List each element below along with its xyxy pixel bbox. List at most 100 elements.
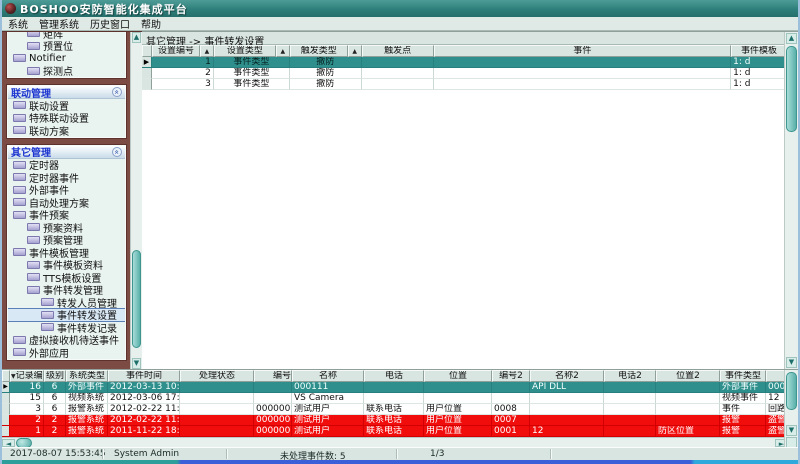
scroll-left-icon[interactable]: ◄ <box>2 439 15 447</box>
row-selector[interactable] <box>2 393 10 404</box>
row-selector[interactable]: ▶ <box>142 57 152 68</box>
col-header-system-type[interactable]: 系统类型 <box>66 370 108 382</box>
status-divider <box>396 449 398 459</box>
col-header-name2[interactable]: 名称2 <box>530 370 604 382</box>
col-header-level[interactable]: 级别 <box>44 370 66 382</box>
cell-phone2 <box>604 415 656 426</box>
table-row[interactable]: 3 事件类型 撤防 1: d <box>142 79 787 90</box>
forwarding-settings-grid: 设置编号 ▲ 设置类型 ▲ 触发类型 ▲ 触发点 事件 事件模板 ▶ 1 <box>142 45 788 369</box>
table-row[interactable]: 2 事件类型 撤防 1: d <box>142 68 787 79</box>
cell-system-type: 外部事件 <box>66 382 108 393</box>
table-row[interactable]: ▶ 1 事件类型 撤防 1: d <box>142 57 787 68</box>
cell-handle-status <box>180 404 254 415</box>
col-header-phone2[interactable]: 电话2 <box>604 370 656 382</box>
cell-number <box>254 393 292 404</box>
sidebar-item[interactable]: 探测点 <box>8 65 125 78</box>
col-header-phone[interactable]: 电话 <box>364 370 424 382</box>
col-header-trigger-type[interactable]: 触发类型 <box>290 45 348 57</box>
row-selector[interactable] <box>2 415 10 426</box>
col-header-event[interactable]: 事件 <box>434 45 732 57</box>
sidebar-group-devices: 矩阵 预置位 Notifier <box>7 32 126 78</box>
sort-asc-icon[interactable]: ▲ <box>200 45 214 57</box>
collapse-chevron-icon[interactable]: » <box>112 87 122 97</box>
col-header-name[interactable]: 名称 <box>292 370 364 382</box>
panel-button-icon <box>13 211 26 219</box>
col-header-number2[interactable]: 编号2 <box>492 370 530 382</box>
menu-item[interactable]: 系统 <box>8 16 28 31</box>
panel-button-icon <box>13 54 26 62</box>
menu-item[interactable]: 历史窗口 <box>90 16 130 31</box>
events-vertical-scrollbar[interactable]: ▼ <box>784 370 798 448</box>
sort-asc-icon[interactable]: ▲ <box>348 45 362 57</box>
event-row[interactable]: 1 2 报警系统 2011-11-22 18:00:27 00000003 测试… <box>2 426 788 437</box>
sidebar-item-label: 联动方案 <box>29 123 69 138</box>
col-header-event-time[interactable]: 事件时间 <box>108 370 180 382</box>
cell-record-id: 3 <box>10 404 44 415</box>
col-header-setting-id[interactable]: 设置编号 <box>152 45 200 57</box>
cell-location: 用户位置 <box>424 404 492 415</box>
cell-event-type: 外部事件 <box>720 382 766 393</box>
main-vertical-scrollbar[interactable]: ▲ ▼ <box>784 32 798 369</box>
scroll-down-icon[interactable]: ▼ <box>132 358 141 369</box>
row-selector[interactable] <box>2 426 10 437</box>
col-header-event-type[interactable]: 事件类型 <box>720 370 766 382</box>
sidebar-item[interactable]: 预置位 <box>8 40 125 53</box>
scroll-up-icon[interactable]: ▲ <box>132 32 141 43</box>
cell-number2 <box>492 382 530 393</box>
col-header-handle-status[interactable]: 处理状态 <box>180 370 254 382</box>
app-logo-icon <box>5 3 16 14</box>
sidebar-group-header[interactable]: 其它管理 » <box>8 146 125 159</box>
cell-system-type: 报警系统 <box>66 426 108 437</box>
col-header-setting-type[interactable]: 设置类型 <box>214 45 276 57</box>
scrollbar-thumb[interactable] <box>786 46 797 132</box>
col-header-record-id[interactable]: ▼记录编号 <box>10 370 44 382</box>
col-header-number[interactable]: 编号 <box>254 370 292 382</box>
cell-name: 测试用户 <box>292 415 364 426</box>
cell-trigger-point <box>362 57 434 68</box>
col-header-event-template[interactable]: 事件模板 <box>731 45 787 57</box>
cell-event-time: 2012-03-06 17:26:34 <box>108 393 180 404</box>
scrollbar-thumb[interactable] <box>786 372 797 410</box>
cell-location: 用户位置 <box>424 415 492 426</box>
cell-location2 <box>656 393 720 404</box>
row-selector[interactable]: ▶ <box>2 382 10 393</box>
cell-location <box>424 382 492 393</box>
panel-button-icon <box>13 198 26 206</box>
col-header-trigger-point[interactable]: 触发点 <box>362 45 434 57</box>
cell-trigger-type: 撤防 <box>290 68 362 79</box>
event-records-grid: ▼记录编号 级别 系统类型 事件时间 处理状态 编号 名称 电话 位置 编号2 … <box>2 370 788 448</box>
cell-location2 <box>656 415 720 426</box>
row-selector[interactable] <box>142 68 152 79</box>
panel-button-icon <box>13 248 26 256</box>
menu-item[interactable]: 帮助 <box>141 16 161 31</box>
menu-item[interactable]: 管理系统 <box>39 16 79 31</box>
sidebar-item[interactable]: 联动方案 <box>8 124 125 137</box>
sidebar-group-linkage: 联动管理 » 联动设置 特殊联动设置 <box>7 85 126 138</box>
panel-button-icon <box>27 42 40 50</box>
row-selector[interactable] <box>142 79 152 90</box>
event-row[interactable]: 2 2 报警系统 2012-02-22 11:26:02 00000002 测试… <box>2 415 788 426</box>
cell-system-type: 视频系统 <box>66 393 108 404</box>
scroll-down-icon[interactable]: ▼ <box>786 357 797 368</box>
panel-button-icon <box>41 323 54 331</box>
col-header-location2[interactable]: 位置2 <box>656 370 720 382</box>
scrollbar-thumb[interactable] <box>132 250 141 348</box>
sidebar-item[interactable]: 外部应用 <box>8 346 125 359</box>
scroll-down-icon[interactable]: ▼ <box>786 425 797 436</box>
sidebar-item-label: 外部应用 <box>29 345 69 360</box>
bottom-progress-strip <box>2 460 798 464</box>
panel-button-icon <box>13 186 26 194</box>
event-row[interactable]: 15 6 视频系统 2012-03-06 17:26:34 VS Camera <box>2 393 788 404</box>
sort-asc-icon[interactable]: ▲ <box>276 45 290 57</box>
sidebar-scrollbar[interactable]: ▲ ▼ <box>130 32 142 369</box>
panel-button-icon <box>13 161 26 169</box>
cell-level: 2 <box>44 426 66 437</box>
event-row[interactable]: 3 6 报警系统 2012-02-22 11:26:02 00000002 测试… <box>2 404 788 415</box>
collapse-chevron-icon[interactable]: » <box>112 147 122 157</box>
row-selector[interactable] <box>2 404 10 415</box>
cell-setting-type: 事件类型 <box>214 68 290 79</box>
col-header-location[interactable]: 位置 <box>424 370 492 382</box>
scroll-up-icon[interactable]: ▲ <box>786 33 797 44</box>
event-row[interactable]: ▶ 16 6 外部事件 2012-03-13 10:38:04 000111 A… <box>2 382 788 393</box>
col-header-label: 记录编号 <box>16 371 44 381</box>
